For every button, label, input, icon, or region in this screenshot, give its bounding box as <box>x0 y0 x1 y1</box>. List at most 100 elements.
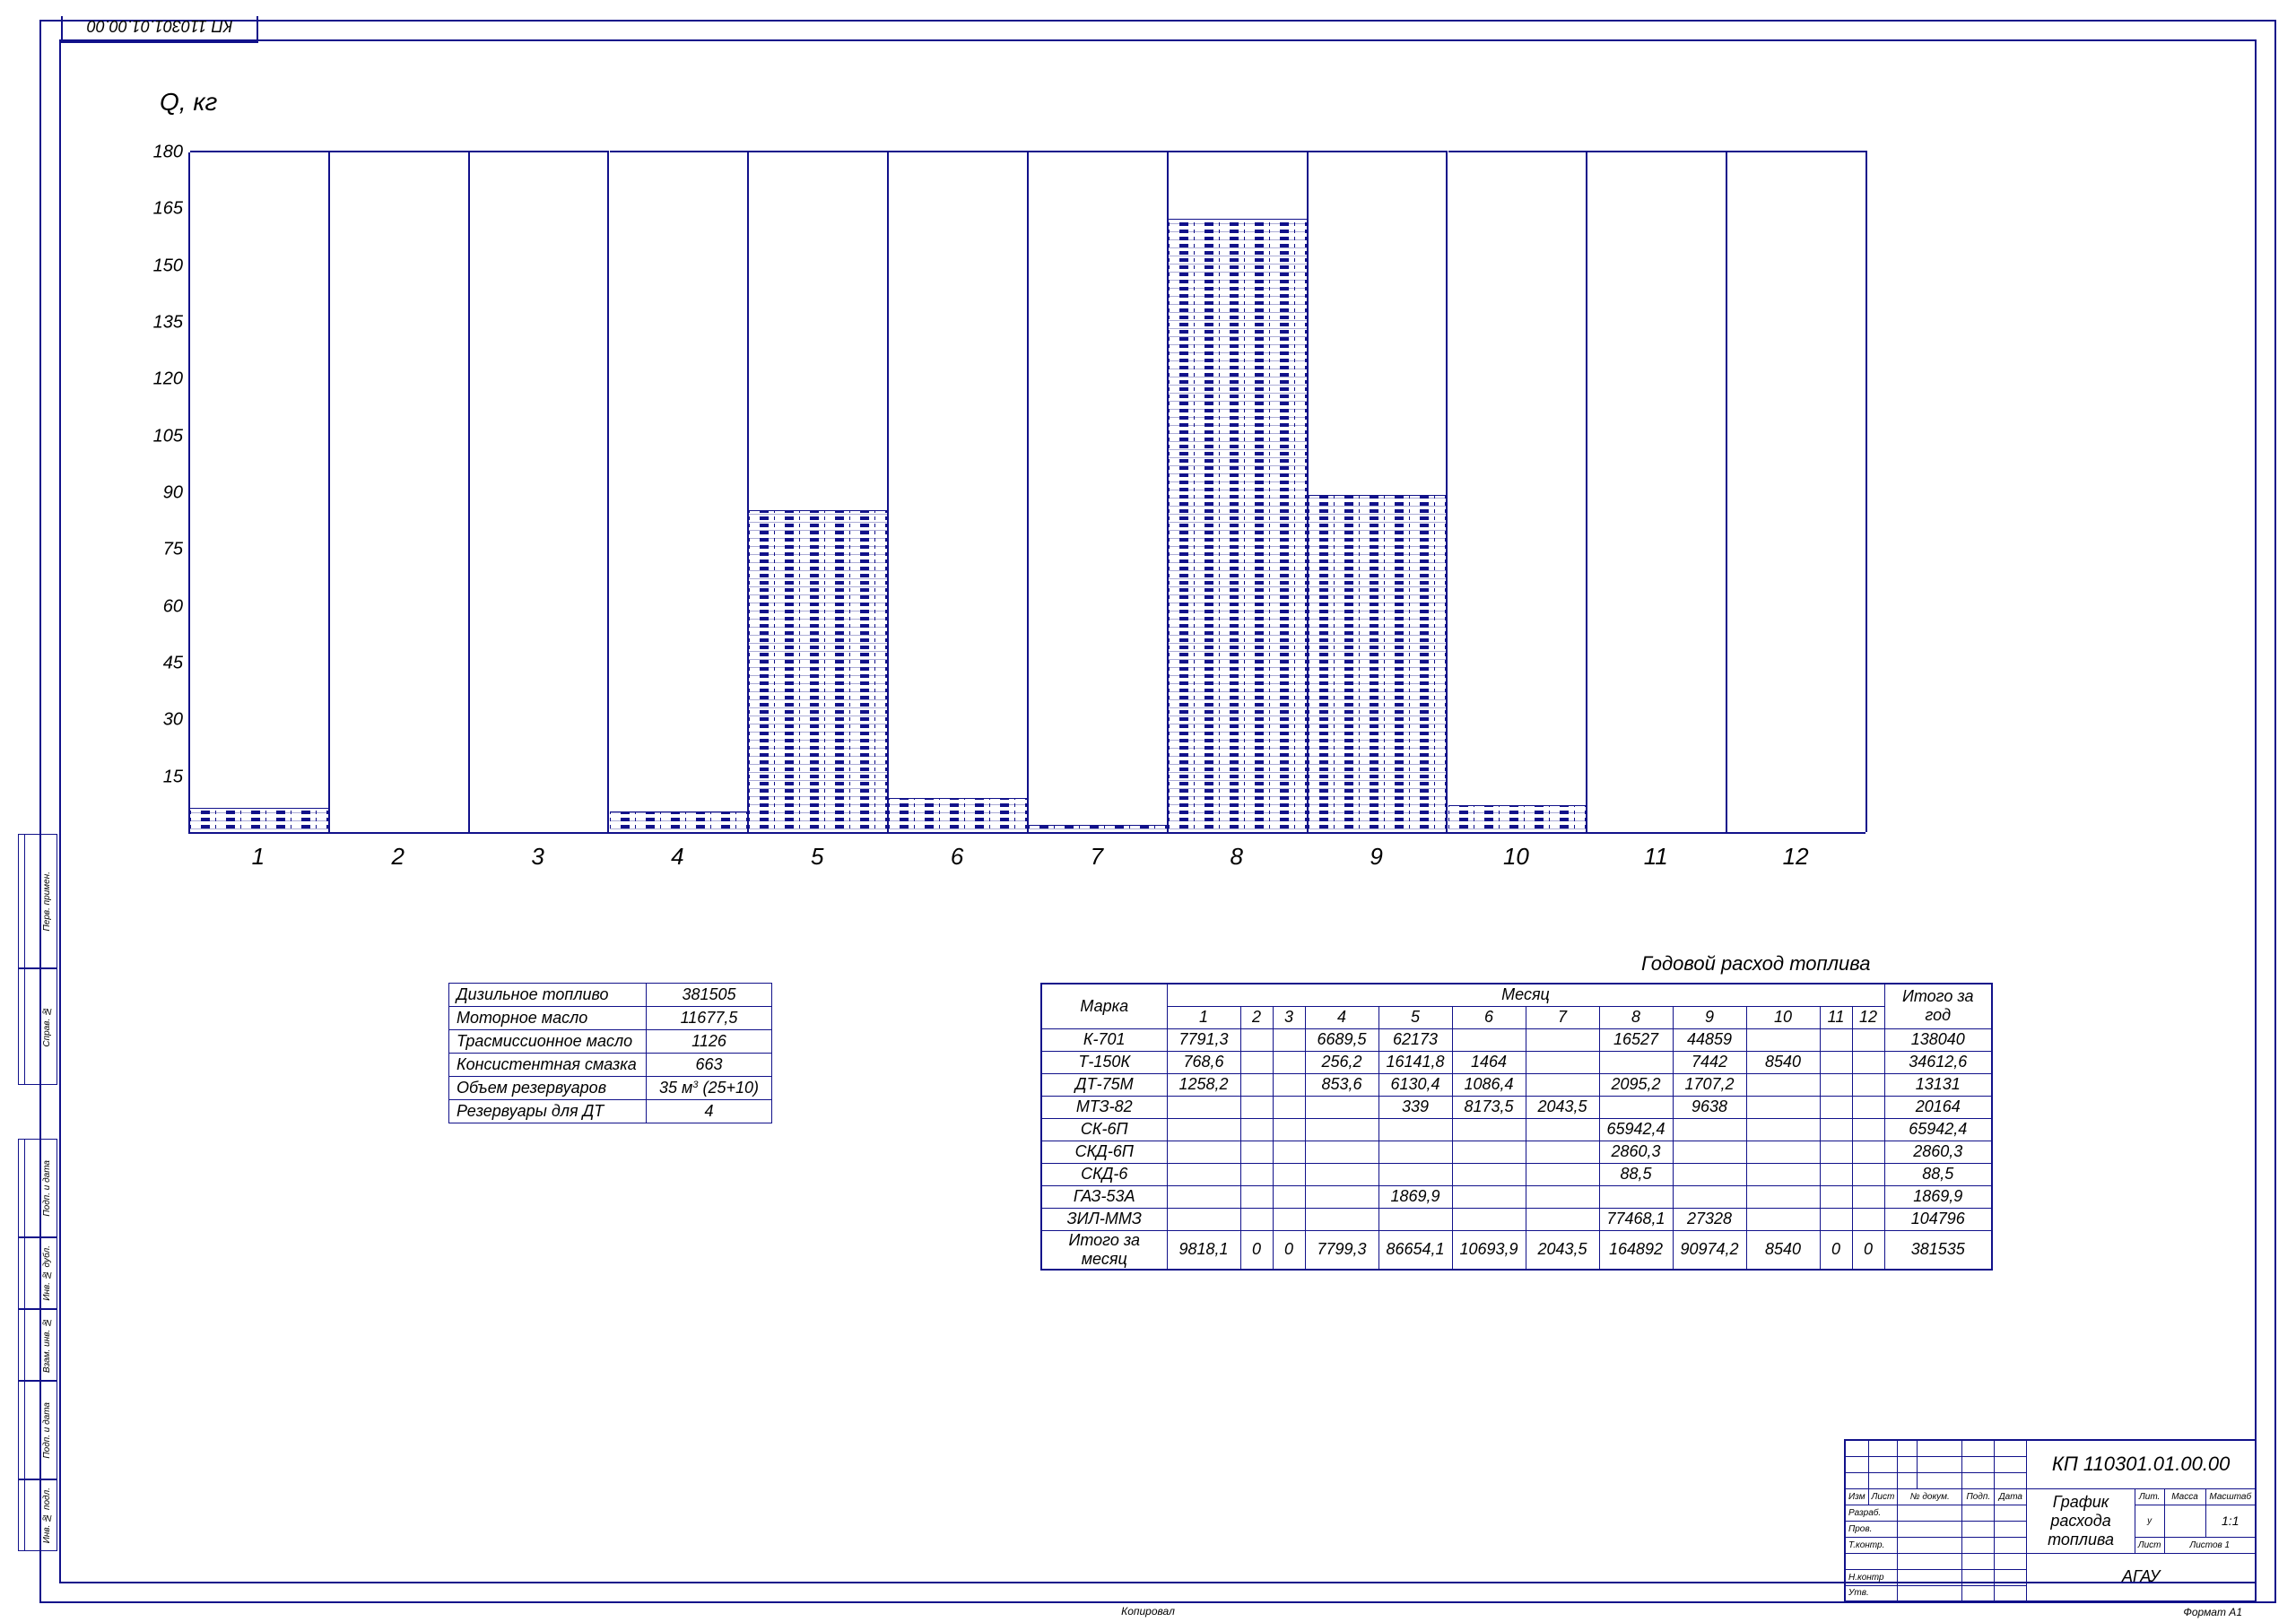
total-cell: 0 <box>1240 1230 1273 1270</box>
bar-fill <box>1309 495 1447 832</box>
data-cell <box>1240 1208 1273 1230</box>
data-cell <box>1305 1141 1378 1163</box>
bar-fill <box>1029 825 1167 832</box>
data-cell <box>1452 1163 1526 1185</box>
row-total: 1869,9 <box>1884 1185 1992 1208</box>
data-cell: 1086,4 <box>1452 1073 1526 1096</box>
data-cell <box>1673 1185 1746 1208</box>
tb-scale: 1:1 <box>2205 1505 2256 1537</box>
y-tick: 75 <box>163 540 183 560</box>
data-cell: 1464 <box>1452 1051 1526 1073</box>
th-month-num: 1 <box>1167 1006 1240 1028</box>
data-cell <box>1852 1208 1884 1230</box>
total-cell: 164892 <box>1599 1230 1673 1270</box>
total-cell: 0 <box>1820 1230 1852 1270</box>
y-tick: 15 <box>163 767 183 787</box>
data-cell: 1869,9 <box>1378 1185 1452 1208</box>
th-month-num: 4 <box>1305 1006 1378 1028</box>
row-total: 34612,6 <box>1884 1051 1992 1073</box>
tb-drawing-name: График расходатоплива <box>2027 1488 2135 1553</box>
main-table-title: Годовой расход топлива <box>1641 952 1871 976</box>
data-cell: 853,6 <box>1305 1073 1378 1096</box>
data-cell <box>1746 1185 1820 1208</box>
data-cell <box>1852 1141 1884 1163</box>
data-cell <box>1273 1028 1305 1051</box>
data-cell <box>1452 1141 1526 1163</box>
data-cell <box>1852 1163 1884 1185</box>
data-cell <box>1526 1185 1599 1208</box>
bar-column <box>1448 151 1588 832</box>
data-cell <box>1526 1163 1599 1185</box>
data-cell <box>1746 1163 1820 1185</box>
data-cell <box>1526 1118 1599 1141</box>
data-cell <box>1240 1028 1273 1051</box>
data-cell: 6130,4 <box>1378 1073 1452 1096</box>
data-cell <box>1746 1141 1820 1163</box>
summary-label: Дизильное топливо <box>449 984 647 1007</box>
data-cell <box>1452 1118 1526 1141</box>
row-total: 2860,3 <box>1884 1141 1992 1163</box>
th-month-num: 7 <box>1526 1006 1599 1028</box>
total-row-label: Итого за месяц <box>1041 1230 1167 1270</box>
y-tick: 180 <box>153 143 183 163</box>
th-month-num: 10 <box>1746 1006 1820 1028</box>
data-cell <box>1240 1096 1273 1118</box>
th-model: Марка <box>1041 984 1167 1028</box>
bar-fill <box>889 798 1027 832</box>
x-label: 6 <box>887 843 1027 871</box>
x-label: 8 <box>1167 843 1307 871</box>
data-cell: 44859 <box>1673 1028 1746 1051</box>
data-cell <box>1599 1051 1673 1073</box>
th-month-num: 6 <box>1452 1006 1526 1028</box>
bar-column <box>1727 151 1867 832</box>
th-month-num: 3 <box>1273 1006 1305 1028</box>
data-cell <box>1820 1051 1852 1073</box>
left-margin-blocks: Перв. примен.Справ. №Подп. и датаИнв. № … <box>18 834 57 1551</box>
bottom-center-label: Копировал <box>1121 1605 1175 1618</box>
bar-column <box>190 151 330 832</box>
data-cell <box>1273 1208 1305 1230</box>
data-cell <box>1746 1073 1820 1096</box>
data-cell: 768,6 <box>1167 1051 1240 1073</box>
th-month: Месяц <box>1167 984 1884 1006</box>
model-cell: Т-150К <box>1041 1051 1167 1073</box>
data-cell <box>1820 1028 1852 1051</box>
summary-label: Консистентная смазка <box>449 1054 647 1077</box>
data-cell <box>1273 1185 1305 1208</box>
row-total: 20164 <box>1884 1096 1992 1118</box>
doc-code-top: КП 110301.01.00.00 <box>61 16 258 43</box>
model-cell: СК-6П <box>1041 1118 1167 1141</box>
data-cell <box>1240 1118 1273 1141</box>
data-cell <box>1452 1208 1526 1230</box>
y-tick: 165 <box>153 199 183 220</box>
summary-label: Резервуары для ДТ <box>449 1100 647 1123</box>
summary-label: Объем резервуаров <box>449 1077 647 1100</box>
y-tick: 30 <box>163 710 183 731</box>
y-tick: 60 <box>163 596 183 617</box>
data-cell <box>1273 1163 1305 1185</box>
data-cell <box>1305 1185 1378 1208</box>
data-cell <box>1273 1118 1305 1141</box>
data-cell <box>1273 1141 1305 1163</box>
bar-column <box>889 151 1029 832</box>
data-cell <box>1167 1141 1240 1163</box>
model-cell: К-701 <box>1041 1028 1167 1051</box>
data-cell <box>1526 1051 1599 1073</box>
y-axis-label: Q, кг <box>160 88 217 117</box>
data-cell <box>1526 1028 1599 1051</box>
data-cell: 339 <box>1378 1096 1452 1118</box>
data-cell <box>1599 1096 1673 1118</box>
total-cell: 86654,1 <box>1378 1230 1452 1270</box>
data-cell <box>1820 1185 1852 1208</box>
summary-value: 35 м3 (25+10) <box>647 1077 772 1100</box>
data-cell <box>1820 1073 1852 1096</box>
total-cell: 10693,9 <box>1452 1230 1526 1270</box>
y-tick: 90 <box>163 483 183 504</box>
data-cell: 8173,5 <box>1452 1096 1526 1118</box>
data-cell <box>1852 1185 1884 1208</box>
model-cell: СКД-6П <box>1041 1141 1167 1163</box>
data-cell <box>1673 1118 1746 1141</box>
tb-doc-code: КП 110301.01.00.00 <box>2027 1440 2256 1488</box>
data-cell <box>1305 1096 1378 1118</box>
data-cell <box>1378 1163 1452 1185</box>
